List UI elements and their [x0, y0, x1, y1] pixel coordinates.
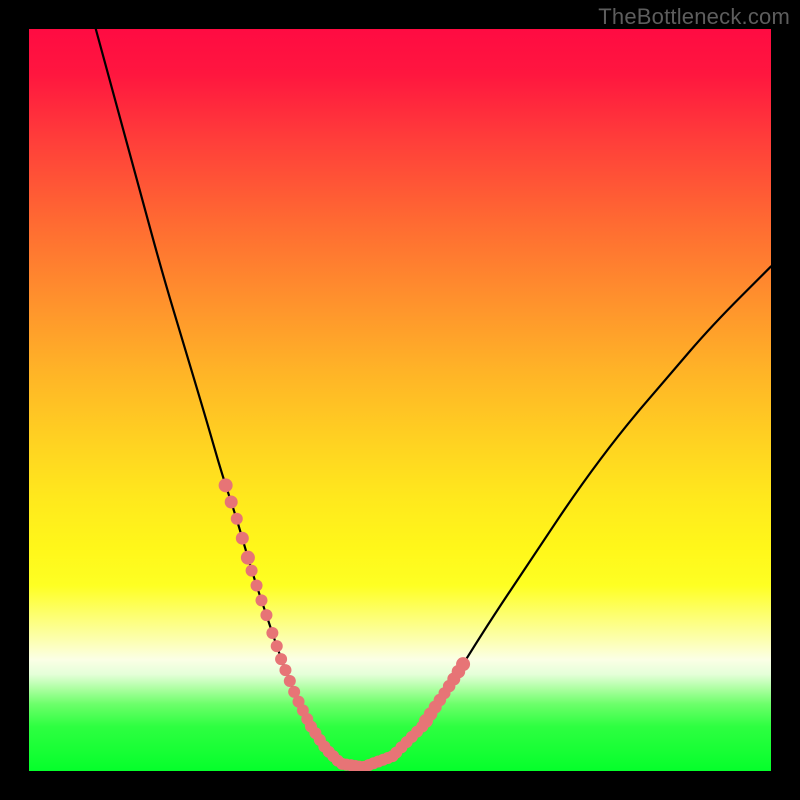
bead	[219, 478, 233, 492]
bead	[231, 513, 243, 525]
bead	[225, 496, 238, 509]
bead	[284, 675, 296, 687]
bead	[279, 664, 291, 676]
beads-layer	[29, 29, 771, 771]
bead	[275, 653, 287, 665]
bead	[260, 609, 272, 621]
bead	[456, 657, 470, 671]
outer-frame: TheBottleneck.com	[0, 0, 800, 800]
plot-area	[29, 29, 771, 771]
bead	[266, 627, 278, 639]
bead	[246, 565, 258, 577]
bead	[251, 580, 263, 592]
bead	[241, 551, 255, 565]
bead	[236, 532, 249, 545]
bead	[271, 640, 283, 652]
watermark-text: TheBottleneck.com	[598, 4, 790, 30]
beads-group	[219, 478, 470, 771]
bead	[255, 594, 267, 606]
